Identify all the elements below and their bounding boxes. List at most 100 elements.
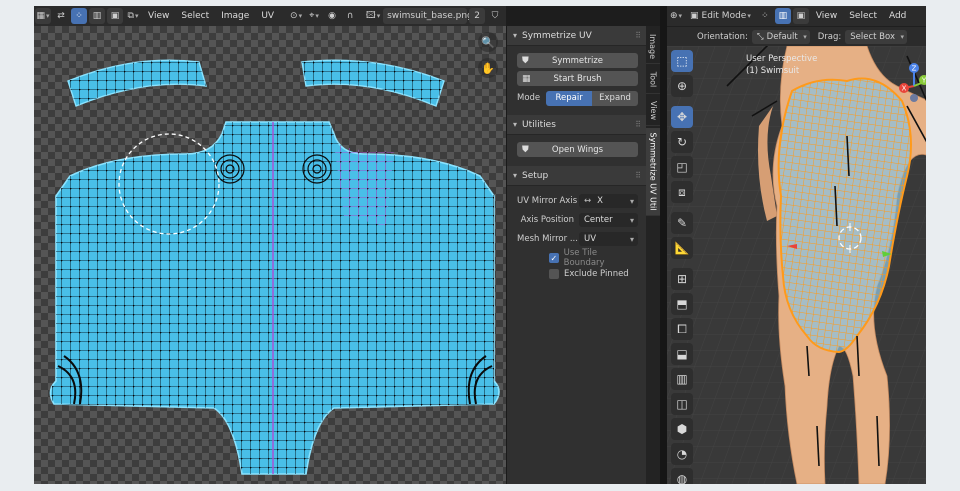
symmetrize-button-label: Symmetrize [551, 55, 604, 66]
vertex-select-icon[interactable]: ⁘ [757, 8, 773, 24]
uv-mirror-axis-label: UV Mirror Axis [517, 196, 578, 206]
drag-dropdown[interactable]: Select Box [845, 29, 907, 44]
orientation-value: Default [766, 31, 798, 42]
editor-type-icon[interactable]: ▦ [35, 8, 51, 24]
tab-image-label: Image [648, 33, 658, 60]
tab-symmetrize-uv-util-label: Symmetrize UV Util [648, 132, 658, 211]
area-divider[interactable] [660, 6, 667, 484]
checkmark-icon: ✓ [549, 253, 559, 263]
symmetrize-icon: ⛊ [522, 55, 529, 66]
rotate-tool-icon[interactable]: ↻ [671, 131, 693, 153]
cursor-tool-icon[interactable]: ⊕ [671, 75, 693, 97]
snap-icon[interactable]: ⌖ [306, 8, 322, 24]
perspective-label: User Perspective [746, 54, 818, 64]
mode-option-expand[interactable]: Expand [592, 90, 638, 106]
tab-tool[interactable]: Tool [646, 66, 660, 94]
smooth-tool-icon[interactable]: ◍ [671, 468, 693, 484]
uv-island-right-strap-grid [302, 60, 444, 106]
spin-tool-icon[interactable]: ◔ [671, 443, 693, 465]
edge-select-icon[interactable]: ▥ [774, 8, 791, 24]
axis-arrows-icon: ↔ [584, 196, 592, 206]
blender-window: ▦ ⇄ ⁘ ▥ ▣ ⧉ View Select Image UV ⊙ ⌖ ◉ ∩… [34, 6, 926, 484]
use-tile-boundary-checkbox[interactable]: ✓ Use Tile Boundary [517, 248, 638, 268]
measure-tool-icon[interactable]: 📐 [671, 237, 693, 259]
face-select-icon[interactable]: ▣ [107, 8, 123, 24]
mesh-mirror-value: UV [584, 234, 597, 244]
uv-editor: ▦ ⇄ ⁘ ▥ ▣ ⧉ View Select Image UV ⊙ ⌖ ◉ ∩… [34, 6, 506, 484]
orientation-dropdown[interactable]: ⤡ Default [751, 29, 810, 44]
image-name-field[interactable]: swimsuit_base.png [383, 8, 473, 24]
tab-symmetrize-uv-util[interactable]: Symmetrize UV Util [646, 128, 660, 216]
axis-position-dropdown[interactable]: Center [579, 213, 638, 227]
image-browse-icon[interactable]: 🖾 [365, 8, 381, 24]
loop-cut-tool-icon[interactable]: ▥ [671, 368, 693, 390]
falloff-icon[interactable]: ∩ [342, 8, 358, 24]
proportional-icon[interactable]: ◉ [324, 8, 340, 24]
scale-tool-icon[interactable]: ◰ [671, 156, 693, 178]
viewport-menu-select[interactable]: Select [843, 11, 883, 21]
navigation-gizmo[interactable]: X Y Z [899, 58, 926, 108]
panel-header-utilities[interactable]: ▾ Utilities ⠿ [507, 115, 646, 135]
tab-view-label: View [648, 101, 658, 120]
face-select-icon[interactable]: ▣ [792, 8, 809, 24]
knife-tool-icon[interactable]: ◫ [671, 393, 693, 415]
pan-hand-icon[interactable]: ✋ [478, 58, 498, 78]
panel-title-symmetrize: Symmetrize UV [522, 30, 592, 41]
orientation-label: Orientation: [697, 31, 748, 42]
panel-header-symmetrize[interactable]: ▾ Symmetrize UV ⠿ [507, 26, 646, 46]
mode-dropdown[interactable]: ▣ Edit Mode [686, 8, 755, 24]
pivot-icon[interactable]: ⊙ [288, 8, 304, 24]
start-brush-button[interactable]: ▦ Start Brush [517, 71, 638, 86]
uv-layout [49, 59, 500, 475]
symmetrize-button[interactable]: ⛊ Symmetrize [517, 53, 638, 68]
uv-menu-uv[interactable]: UV [255, 11, 280, 21]
sync-selection-icon[interactable]: ⇄ [53, 8, 69, 24]
object-label: (1) Swimsuit [746, 66, 800, 76]
uv-menu-view[interactable]: View [142, 11, 175, 21]
start-brush-button-label: Start Brush [553, 73, 602, 84]
3d-viewport[interactable]: ⊕ ▣ Edit Mode ⁘ ▥ ▣ View Select Add Orie… [667, 6, 926, 484]
edge-select-icon[interactable]: ▥ [89, 8, 105, 24]
vertex-select-icon[interactable]: ⁘ [71, 8, 87, 24]
panel-title-utilities: Utilities [522, 119, 556, 130]
select-box-tool-icon[interactable]: ⬚ [671, 50, 693, 72]
open-wings-button[interactable]: ⛊ Open Wings [517, 142, 638, 157]
uv-canvas[interactable]: 🔍 ✋ [34, 26, 506, 484]
viewport-menu-add[interactable]: Add [883, 11, 912, 21]
annotate-tool-icon[interactable]: ✎ [671, 212, 693, 234]
wings-icon: ⛊ [522, 144, 529, 155]
tab-view[interactable]: View [646, 96, 660, 126]
image-users-count[interactable]: 2 [469, 8, 486, 24]
chevron-down-icon: ▾ [513, 31, 518, 40]
uv-menu-select[interactable]: Select [175, 11, 215, 21]
panel-header-setup[interactable]: ▾ Setup ⠿ [507, 166, 646, 186]
gizmo-z-label: Z [912, 65, 917, 73]
poly-build-tool-icon[interactable]: ⬢ [671, 418, 693, 440]
drag-grip-icon[interactable]: ⠿ [635, 31, 641, 40]
drag-grip-icon[interactable]: ⠿ [635, 120, 641, 129]
move-tool-icon[interactable]: ✥ [671, 106, 693, 128]
uv-mirror-axis-dropdown[interactable]: ↔ X [579, 194, 638, 208]
zoom-icon[interactable]: 🔍 [478, 32, 498, 52]
uv-menu-image[interactable]: Image [215, 11, 255, 21]
use-tile-boundary-label: Use Tile Boundary [563, 248, 605, 268]
add-cube-tool-icon[interactable]: ⊞ [671, 268, 693, 290]
chevron-down-icon: ▾ [513, 171, 518, 180]
viewport-menu-view[interactable]: View [810, 11, 843, 21]
inset-tool-icon[interactable]: ⧠ [671, 318, 693, 340]
sticky-select-icon[interactable]: ⧉ [125, 8, 141, 24]
mesh-mirror-dropdown[interactable]: UV [579, 232, 638, 246]
editor-type-icon[interactable]: ⊕ [668, 8, 684, 24]
bevel-tool-icon[interactable]: ⬓ [671, 343, 693, 365]
new-image-icon[interactable]: ⧉ [505, 8, 506, 24]
extrude-tool-icon[interactable]: ⬒ [671, 293, 693, 315]
exclude-pinned-checkbox[interactable]: Exclude Pinned [517, 266, 638, 282]
tab-image[interactable]: Image [646, 30, 660, 64]
mode-option-repair[interactable]: Repair [546, 90, 593, 106]
mode-label: Mode [517, 93, 541, 103]
drag-grip-icon[interactable]: ⠿ [635, 171, 641, 180]
transform-tool-icon[interactable]: ⧈ [671, 181, 693, 203]
panel-title-setup: Setup [522, 170, 549, 181]
tab-tool-label: Tool [648, 71, 658, 88]
fake-user-icon[interactable]: ⛉ [487, 8, 503, 24]
